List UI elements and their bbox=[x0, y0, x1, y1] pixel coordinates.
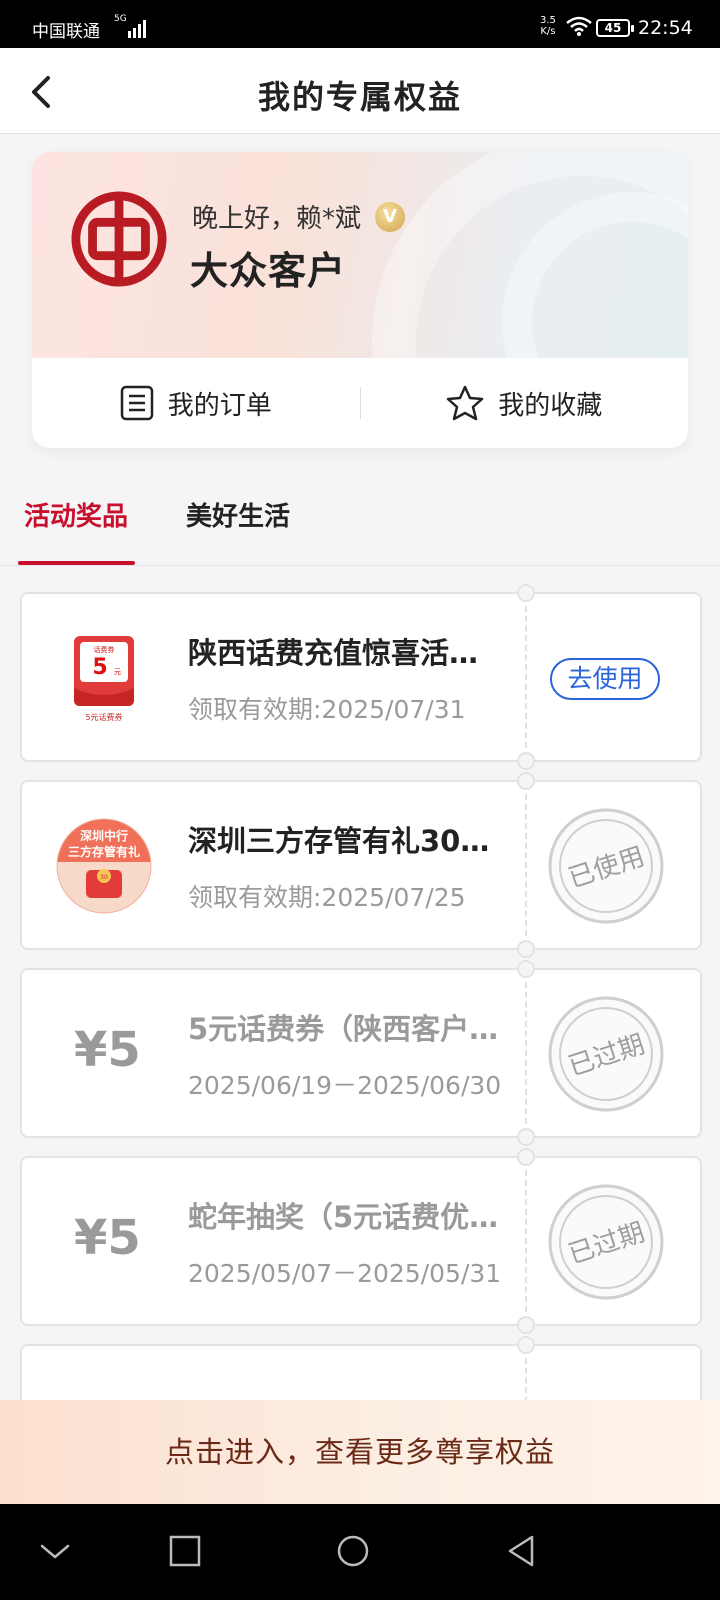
my-orders-label: 我的订单 bbox=[167, 390, 272, 421]
profile-card: 晚上好，赖*斌 V 大众客户 我的订单 我的收藏 bbox=[32, 152, 688, 448]
coupon-card[interactable]: ¥5 5元话费券（陕西客户… 2025/06/19－2025/06/30 已过期 bbox=[20, 960, 702, 1146]
my-orders-link[interactable]: 我的订单 bbox=[32, 385, 360, 422]
coupon-card[interactable]: ¥5 蛇年抽奖（5元话费优… 2025/05/07－2025/05/31 已过期 bbox=[20, 1148, 702, 1334]
coupon-date: 领取有效期:2025/07/31 bbox=[188, 695, 466, 724]
my-favorites-label: 我的收藏 bbox=[498, 390, 603, 421]
triangle-back-icon[interactable] bbox=[504, 1534, 538, 1568]
status-bar: 中国联通 5G 3.5 K/s 45 22:54 bbox=[0, 0, 720, 48]
svg-text:元: 元 bbox=[114, 668, 121, 676]
star-icon bbox=[446, 385, 484, 421]
boc-logo bbox=[71, 191, 167, 287]
coupon-title: 蛇年抽奖（5元话费优… bbox=[188, 1200, 499, 1234]
coupon-amount: ¥5 bbox=[74, 1210, 141, 1266]
coupon-divider bbox=[525, 606, 527, 748]
used-stamp-icon: 已使用 bbox=[548, 808, 664, 924]
coupon-amount: ¥5 bbox=[74, 1022, 141, 1078]
clock: 22:54 bbox=[638, 17, 693, 39]
customer-level: 大众客户 bbox=[190, 248, 347, 293]
coupon-divider bbox=[525, 1170, 527, 1312]
profile-header: 晚上好，赖*斌 V 大众客户 bbox=[32, 152, 688, 358]
promo-red-envelope-icon: 深圳中行 三方存管有礼 30 bbox=[56, 818, 152, 914]
svg-text:30: 30 bbox=[100, 874, 108, 881]
vip-badge-icon: V bbox=[375, 201, 406, 232]
coupon-date: 2025/06/19－2025/06/30 bbox=[188, 1071, 502, 1100]
page-title: 我的专属权益 bbox=[257, 78, 462, 116]
coupon-card[interactable]: 深圳中行 三方存管有礼 30 深圳三方存管有礼30… 领取有效期:2025/07… bbox=[20, 772, 702, 958]
battery-icon: 45 bbox=[596, 19, 634, 37]
coupon-title: 陕西话费充值惊喜活… bbox=[188, 636, 479, 670]
tab-activity-prizes[interactable]: 活动奖品 bbox=[24, 496, 128, 533]
square-icon[interactable] bbox=[168, 1534, 202, 1568]
svg-text:话费券: 话费券 bbox=[94, 645, 115, 654]
expired-stamp-icon: 已过期 bbox=[548, 1184, 664, 1300]
coupon-date: 2025/05/07－2025/05/31 bbox=[188, 1259, 502, 1288]
circle-icon[interactable] bbox=[336, 1534, 370, 1568]
wifi-icon bbox=[566, 16, 592, 36]
network-speed: 3.5 K/s bbox=[540, 15, 556, 37]
coupon-divider bbox=[525, 982, 527, 1124]
expired-stamp-icon: 已过期 bbox=[548, 996, 664, 1112]
coupon-divider bbox=[525, 794, 527, 936]
svg-text:5: 5 bbox=[92, 655, 107, 680]
network-type: 5G bbox=[114, 14, 127, 24]
signal-icon bbox=[128, 20, 146, 38]
coupon-date: 领取有效期:2025/07/25 bbox=[188, 883, 466, 912]
top-nav-bar: 我的专属权益 bbox=[0, 48, 720, 134]
my-favorites-link[interactable]: 我的收藏 bbox=[361, 385, 689, 422]
coupon-title: 深圳三方存管有礼30… bbox=[188, 824, 490, 858]
tab-good-life[interactable]: 美好生活 bbox=[186, 496, 290, 533]
phone-voucher-icon: 话费券 5 元 5元话费券 bbox=[74, 636, 134, 722]
quick-links: 我的订单 我的收藏 bbox=[32, 358, 688, 448]
tab-underline bbox=[18, 561, 135, 565]
order-list-icon bbox=[120, 385, 153, 421]
system-nav-bar bbox=[0, 1504, 720, 1600]
greeting-text: 晚上好，赖*斌 bbox=[192, 204, 362, 234]
svg-text:三方存管有礼: 三方存管有礼 bbox=[68, 844, 140, 859]
svg-text:深圳中行: 深圳中行 bbox=[80, 828, 128, 843]
use-button[interactable]: 去使用 bbox=[550, 658, 660, 700]
coupon-title: 5元话费券（陕西客户… bbox=[188, 1012, 499, 1046]
coupon-card[interactable]: 话费券 5 元 5元话费券 陕西话费充值惊喜活… 领取有效期:2025/07/3… bbox=[20, 584, 702, 770]
more-benefits-banner[interactable]: 点击进入，查看更多尊享权益 bbox=[0, 1400, 720, 1504]
svg-text:5元话费券: 5元话费券 bbox=[85, 712, 122, 722]
tab-bar: 活动奖品 美好生活 bbox=[0, 470, 720, 566]
chevron-down-icon[interactable] bbox=[38, 1534, 72, 1568]
greeting: 晚上好，赖*斌 V bbox=[192, 198, 406, 235]
carrier-name: 中国联通 bbox=[32, 22, 100, 42]
